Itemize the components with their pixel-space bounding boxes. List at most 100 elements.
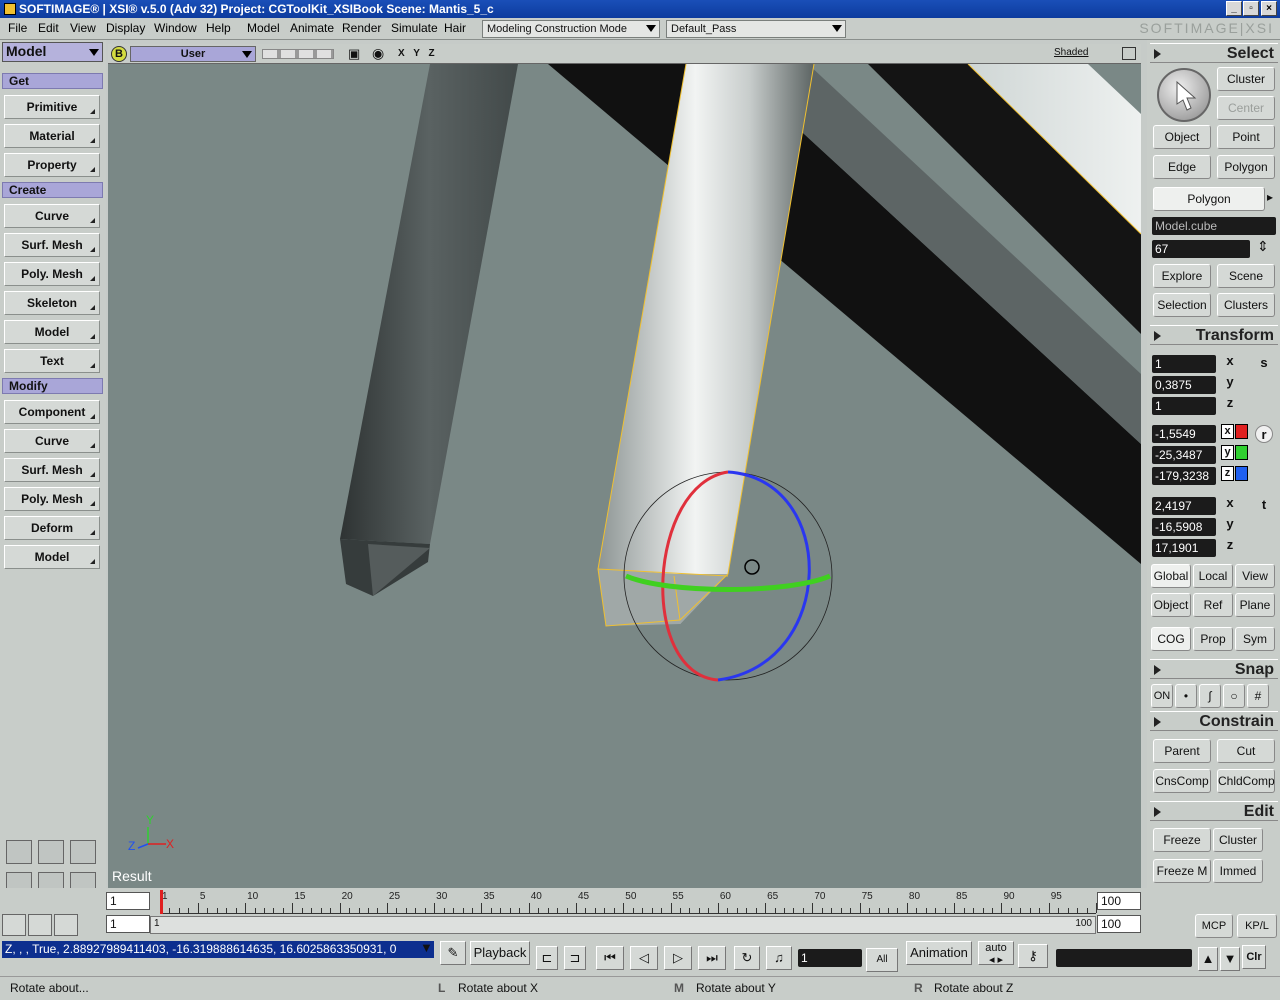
current-frame-field[interactable]: 1	[798, 949, 862, 967]
cog-button[interactable]: COG	[1151, 627, 1191, 651]
snap-on-button[interactable]: ON	[1151, 684, 1173, 708]
view-layout-split-icon[interactable]	[38, 840, 64, 864]
view-ref-button[interactable]: View	[1235, 564, 1275, 588]
cut-button[interactable]: Cut	[1217, 739, 1275, 763]
view-layout-quad-icon[interactable]	[70, 840, 96, 864]
menu-animate[interactable]: Animate	[290, 21, 334, 35]
rotate-tool-button[interactable]: r	[1255, 425, 1273, 443]
plane-ref-button[interactable]: Plane	[1235, 593, 1275, 617]
layout-icon[interactable]	[2, 914, 26, 936]
3d-viewport[interactable]: Y X Z Result	[108, 64, 1141, 888]
timeline-start-field[interactable]: 1	[106, 892, 150, 910]
create-text-button[interactable]: Text	[4, 349, 100, 373]
autokey-button[interactable]: auto ◂ ▸	[978, 941, 1014, 966]
step-back-icon[interactable]: ◁	[630, 946, 658, 970]
rotation-y-letter[interactable]: y	[1221, 445, 1234, 460]
selection-button[interactable]: Selection	[1153, 293, 1211, 317]
modify-deform-button[interactable]: Deform	[4, 516, 100, 540]
snap-curve-icon[interactable]: ∫	[1199, 684, 1221, 708]
snap-header[interactable]: Snap	[1150, 659, 1278, 679]
scale-y-label[interactable]: y	[1223, 375, 1237, 389]
get-material-button[interactable]: Material	[4, 124, 100, 148]
menu-edit[interactable]: Edit	[38, 21, 59, 35]
key-icon[interactable]: ⚷	[1018, 944, 1048, 968]
scale-y-field[interactable]: 0,3875	[1152, 376, 1216, 394]
timeline-ruler[interactable]: 1 5 10 15 20 25 30 35 40 45 50 55 60 65 70 75 80 85 90 95	[160, 890, 1097, 914]
create-surf-mesh-button[interactable]: Surf. Mesh	[4, 233, 100, 257]
translation-y-field[interactable]: -16,5908	[1152, 518, 1216, 536]
object-ref-button[interactable]: Object	[1151, 593, 1191, 617]
global-end-field[interactable]: 100	[1097, 915, 1141, 933]
menu-file[interactable]: File	[8, 21, 27, 35]
eye-icon[interactable]: ◉	[372, 45, 384, 62]
create-model-button[interactable]: Model	[4, 320, 100, 344]
select-edge-button[interactable]: Edge	[1153, 155, 1211, 179]
translate-tool-button[interactable]: t	[1255, 496, 1273, 514]
local-ref-button[interactable]: Local	[1193, 564, 1233, 588]
select-object-button[interactable]: Object	[1153, 125, 1211, 149]
kpl-button[interactable]: KP/L	[1237, 914, 1277, 938]
go-to-start-icon[interactable]: ⏮	[596, 946, 624, 970]
translation-x-field[interactable]: 2,4197	[1152, 497, 1216, 515]
key-value-field[interactable]	[1056, 949, 1192, 967]
create-skeleton-button[interactable]: Skeleton	[4, 291, 100, 315]
sym-button[interactable]: Sym	[1235, 627, 1275, 651]
all-button[interactable]: All	[866, 948, 898, 972]
select-polygon-button[interactable]: Polygon	[1217, 155, 1275, 179]
translation-z-label[interactable]: z	[1223, 538, 1237, 552]
snap-grid-icon[interactable]: #	[1247, 684, 1269, 708]
translation-y-label[interactable]: y	[1223, 517, 1237, 531]
immed-button[interactable]: Immed	[1213, 859, 1263, 883]
menu-display[interactable]: Display	[106, 21, 145, 35]
chldcomp-button[interactable]: ChldComp	[1217, 769, 1275, 793]
mcp-button[interactable]: MCP	[1195, 914, 1233, 938]
create-curve-button[interactable]: Curve	[4, 204, 100, 228]
audio-icon[interactable]: ♫	[766, 946, 792, 970]
script-editor-icon[interactable]: ✎	[440, 941, 466, 965]
select-arrow-button[interactable]	[1157, 68, 1211, 122]
range-slider[interactable]: 1 100	[150, 916, 1096, 934]
rotation-z-field[interactable]: -179,3238	[1152, 467, 1216, 485]
create-poly-mesh-button[interactable]: Poly. Mesh	[4, 262, 100, 286]
snap-point-icon[interactable]: •	[1175, 684, 1197, 708]
transform-header[interactable]: Transform	[1150, 325, 1278, 345]
scale-z-field[interactable]: 1	[1152, 397, 1216, 415]
command-line[interactable]: Z, , , True, 2.88927989411403, -16.31988…	[2, 941, 434, 958]
palette-icon[interactable]	[54, 914, 78, 936]
menu-render[interactable]: Render	[342, 21, 381, 35]
modify-component-button[interactable]: Component	[4, 400, 100, 424]
maximize-viewport-icon[interactable]	[1122, 47, 1136, 60]
brush-icon[interactable]	[28, 914, 52, 936]
get-property-button[interactable]: Property	[4, 153, 100, 177]
select-point-button[interactable]: Point	[1217, 125, 1275, 149]
prop-button[interactable]: Prop	[1193, 627, 1233, 651]
loop-icon[interactable]: ↻	[734, 946, 760, 970]
render-pass-dropdown[interactable]: Default_Pass	[666, 20, 846, 38]
key-down-icon[interactable]: ▼	[1220, 947, 1240, 971]
last-frame-icon[interactable]: ⊐	[564, 946, 586, 970]
parent-button[interactable]: Parent	[1153, 739, 1211, 763]
chevron-down-icon[interactable]: ▼	[420, 940, 433, 955]
translation-z-field[interactable]: 17,1901	[1152, 539, 1216, 557]
timeline[interactable]: 1 1 1 5 10 15 20 25 30 35 40 45 50 55 60 65 70 75 80 85 90…	[0, 888, 1147, 940]
rotation-x-field[interactable]: -1,5549	[1152, 425, 1216, 443]
minimize-button[interactable]: _	[1226, 1, 1242, 16]
select-header[interactable]: Select	[1150, 43, 1278, 63]
animation-menu-button[interactable]: Animation	[906, 941, 972, 965]
maximize-button[interactable]: ▫	[1243, 1, 1259, 16]
viewport-letter-b-icon[interactable]: B	[111, 46, 127, 62]
ref-button[interactable]: Ref	[1193, 593, 1233, 617]
clear-key-button[interactable]: Clr	[1242, 945, 1266, 969]
module-selector[interactable]: Model	[2, 42, 103, 62]
view-layout-curves-icon[interactable]	[6, 840, 32, 864]
modify-poly-mesh-button[interactable]: Poly. Mesh	[4, 487, 100, 511]
close-button[interactable]: ×	[1261, 1, 1277, 16]
global-start-field[interactable]: 1	[106, 915, 150, 933]
rotation-z-letter[interactable]: z	[1221, 466, 1234, 481]
section-modify[interactable]: Modify	[2, 378, 103, 394]
cnscomp-button[interactable]: CnsComp	[1153, 769, 1211, 793]
global-ref-button[interactable]: Global	[1151, 564, 1191, 588]
key-up-icon[interactable]: ▲	[1198, 947, 1218, 971]
timeline-end-field[interactable]: 100	[1097, 892, 1141, 910]
menu-window[interactable]: Window	[154, 21, 197, 35]
